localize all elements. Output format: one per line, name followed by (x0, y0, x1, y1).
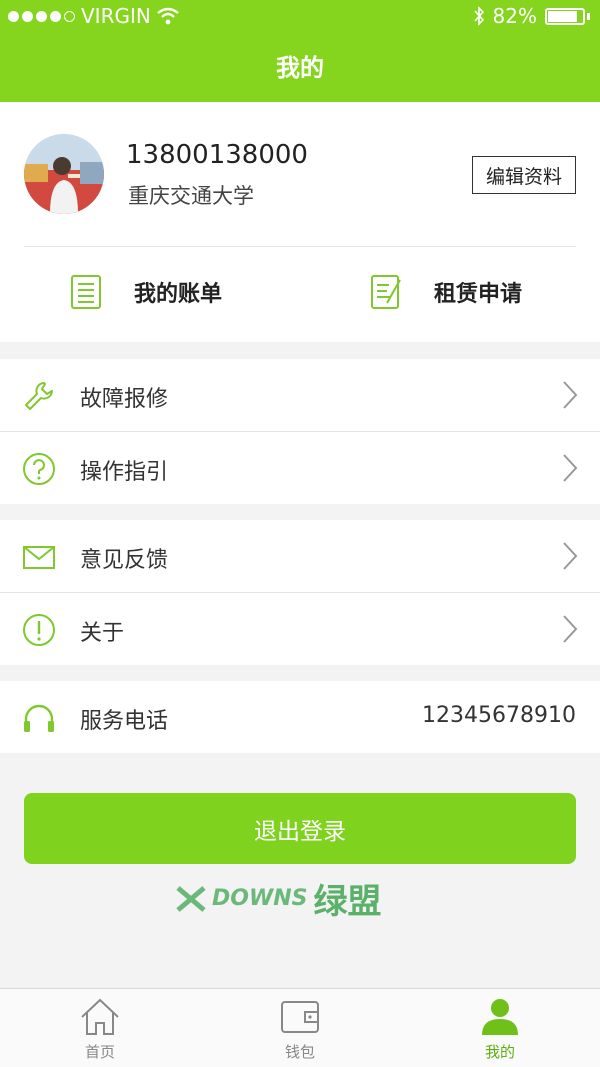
user-school: 重庆交通大学 (128, 184, 254, 208)
wifi-icon (157, 7, 179, 25)
profile-divider (24, 246, 576, 247)
page-title: 我的 (276, 54, 324, 82)
menu-item-label: 故障报修 (80, 387, 169, 412)
menu-group-support: 故障报修 操作指引 (0, 359, 600, 504)
battery-icon (545, 7, 585, 25)
menu-group-service: 服务电话 12345678910 (0, 681, 600, 753)
user-phone: 13800138000 (126, 140, 308, 170)
bluetooth-icon (473, 6, 484, 26)
wrench-icon (25, 382, 53, 410)
carrier-name: VIRGIN (81, 4, 151, 28)
xdowns-logo-icon (176, 885, 206, 912)
avatar[interactable] (24, 134, 104, 214)
home-icon (81, 998, 119, 1035)
tab-wallet[interactable]: 钱包 (240, 997, 360, 1062)
menu-item-label: 关于 (80, 621, 125, 646)
watermark-cn: 绿盟 (313, 882, 382, 922)
quick-action-label: 我的账单 (134, 282, 223, 307)
bill-icon (71, 275, 101, 309)
tab-label: 我的 (484, 1043, 515, 1061)
tab-label: 首页 (84, 1043, 115, 1061)
tab-label: 钱包 (284, 1043, 315, 1061)
question-icon (23, 453, 55, 485)
service-phone-row[interactable]: 服务电话 12345678910 (0, 681, 600, 753)
menu-item-guide[interactable]: 操作指引 (0, 432, 600, 504)
apply-icon (371, 275, 401, 309)
logout-button[interactable]: 退出登录 (24, 793, 576, 864)
service-phone-number[interactable]: 12345678910 (422, 703, 576, 728)
info-exclamation-icon (23, 614, 55, 646)
headset-icon (24, 704, 54, 732)
quick-action-label: 租赁申请 (434, 282, 523, 307)
quick-action-apply[interactable]: 租赁申请 (370, 274, 522, 310)
tab-profile[interactable]: 我的 (440, 997, 560, 1062)
service-label: 服务电话 (80, 709, 169, 734)
chevron-right-icon (563, 381, 578, 409)
tab-bar: 首页 钱包 我的 (0, 988, 600, 1067)
signal-icon (8, 10, 75, 22)
status-right: 82% (473, 4, 590, 28)
mail-icon (23, 546, 55, 569)
user-photo-icon (24, 134, 104, 214)
app-header: VIRGIN 82% 我的 (0, 0, 600, 102)
edit-profile-button[interactable]: 编辑资料 (472, 156, 576, 194)
status-left: VIRGIN (8, 4, 179, 28)
battery-percent: 82% (492, 4, 537, 28)
watermark-en: DOWNS (212, 886, 308, 911)
chevron-right-icon (563, 454, 578, 482)
chevron-right-icon (563, 542, 578, 570)
menu-item-about[interactable]: 关于 (0, 593, 600, 665)
quick-action-bill[interactable]: 我的账单 (70, 274, 222, 310)
tab-home[interactable]: 首页 (40, 997, 160, 1062)
menu-group-info: 意见反馈 关于 (0, 520, 600, 665)
menu-item-repair[interactable]: 故障报修 (0, 359, 600, 431)
profile-card: 13800138000 重庆交通大学 编辑资料 我的账单 租赁申请 (0, 102, 600, 342)
profile-icon (482, 999, 518, 1035)
menu-item-label: 操作指引 (80, 460, 169, 485)
menu-item-label: 意见反馈 (80, 548, 169, 573)
watermark-logo: DOWNS 绿盟 (176, 874, 382, 923)
wallet-icon (281, 1001, 319, 1033)
chevron-right-icon (563, 615, 578, 643)
menu-item-feedback[interactable]: 意见反馈 (0, 520, 600, 592)
status-bar: VIRGIN 82% (0, 0, 600, 34)
